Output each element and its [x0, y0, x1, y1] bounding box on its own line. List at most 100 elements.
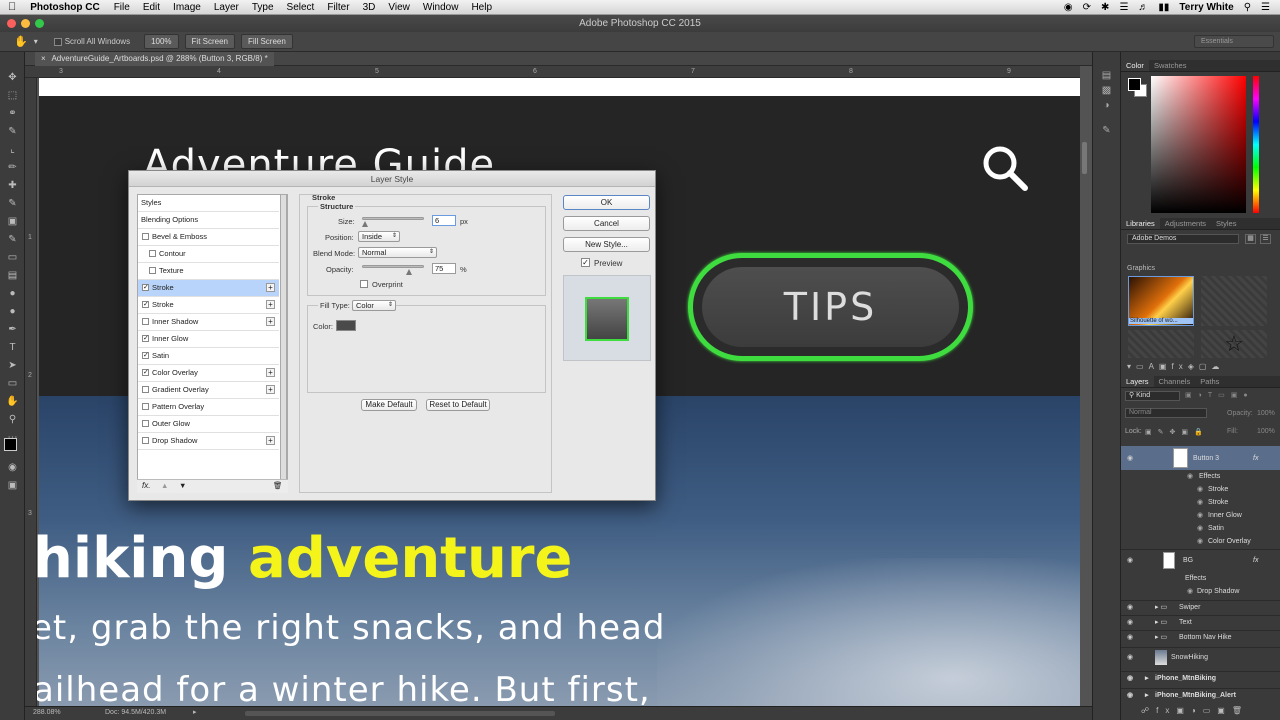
style-checkbox[interactable]: [149, 267, 156, 274]
document-tab[interactable]: × AdventureGuide_Artboards.psd @ 288% (B…: [35, 52, 274, 66]
app-menu[interactable]: Photoshop CC: [30, 2, 99, 13]
fill-screen-button[interactable]: Fill Screen: [241, 34, 293, 49]
grid-view-icon[interactable]: ▦: [1245, 234, 1256, 244]
move-tool-icon[interactable]: ✥: [6, 72, 19, 84]
position-dropdown[interactable]: Inside: [358, 231, 400, 242]
visibility-eye-icon[interactable]: ◉: [1127, 452, 1135, 465]
stroke-color-swatch[interactable]: [336, 320, 356, 331]
eraser-tool-icon[interactable]: ▭: [6, 252, 19, 264]
style-item-pattern-overlay[interactable]: Pattern Overlay: [138, 399, 279, 416]
close-window-button[interactable]: [7, 19, 16, 28]
star-graphic-icon[interactable]: ☆: [1201, 330, 1267, 358]
menu-layer[interactable]: Layer: [214, 2, 239, 13]
eye-icon[interactable]: ◉: [1197, 535, 1203, 548]
preview-checkbox[interactable]: ✓: [581, 258, 590, 267]
eye-icon[interactable]: ◉: [1197, 509, 1203, 522]
opacity-input[interactable]: 75: [432, 263, 456, 274]
blend-mode-select[interactable]: Normal: [358, 247, 437, 258]
close-tab-icon[interactable]: ×: [41, 54, 46, 63]
layer-group-text[interactable]: ◉ ▸ ▭ Text: [1121, 615, 1280, 628]
scroll-all-windows-checkbox[interactable]: Scroll All Windows: [53, 37, 130, 46]
add-style-plus-icon[interactable]: +: [266, 317, 275, 326]
style-checkbox[interactable]: [142, 233, 149, 240]
layer-row-bg[interactable]: ◉ BG fx: [1121, 549, 1280, 571]
zoom-100-button[interactable]: 100%: [144, 34, 179, 49]
style-item-texture[interactable]: Texture: [138, 263, 279, 280]
artboard-iphone-mtnbiking-alert[interactable]: ◉ ▸ iPhone_MtnBiking_Alert: [1121, 688, 1280, 701]
horizontal-ruler[interactable]: 3 4 5 6 7 8 9: [25, 66, 1082, 78]
list-view-icon[interactable]: ☰: [1260, 234, 1271, 244]
menu-image[interactable]: Image: [173, 2, 201, 13]
style-item-color-overlay[interactable]: ✓ Color Overlay +: [138, 365, 279, 382]
tab-swatches[interactable]: Swatches: [1149, 60, 1192, 71]
size-slider-thumb[interactable]: [362, 221, 368, 227]
status-arrow-icon[interactable]: ▸: [193, 708, 197, 716]
size-slider[interactable]: [362, 217, 424, 220]
opacity-slider[interactable]: [362, 265, 424, 268]
fill-value[interactable]: 100%: [1257, 428, 1275, 435]
visibility-eye-icon[interactable]: ◉: [1127, 689, 1135, 702]
style-item-inner-glow[interactable]: ✓ Inner Glow: [138, 331, 279, 348]
vertical-ruler[interactable]: 1 2 3: [25, 78, 37, 706]
type-tool-icon[interactable]: T: [6, 342, 19, 354]
style-checkbox[interactable]: [142, 403, 149, 410]
style-item-drop-shadow[interactable]: Drop Shadow +: [138, 433, 279, 450]
style-item-satin[interactable]: ✓ Satin: [138, 348, 279, 365]
fx-icon[interactable]: fx: [1253, 452, 1258, 465]
style-checkbox[interactable]: [142, 386, 149, 393]
layer-group-bottom-nav[interactable]: ◉ ▸ ▭ Bottom Nav Hike: [1121, 630, 1280, 643]
style-item-stroke-selected[interactable]: ✓ Stroke +: [138, 280, 279, 297]
layer-effect-color-overlay[interactable]: ◉ Color Overlay: [1121, 535, 1280, 548]
style-checkbox-checked[interactable]: ✓: [142, 369, 149, 376]
add-style-plus-icon[interactable]: +: [266, 385, 275, 394]
library-actions-bar[interactable]: ▾▭A▣fx◈▢☁: [1127, 362, 1275, 372]
eye-icon[interactable]: ◉: [1187, 585, 1193, 598]
history-brush-icon[interactable]: ✎: [6, 234, 19, 246]
notification-icon[interactable]: ☰: [1261, 2, 1270, 13]
style-checkbox[interactable]: [142, 318, 149, 325]
menu-file[interactable]: File: [114, 2, 130, 13]
add-style-plus-icon[interactable]: +: [266, 368, 275, 377]
move-up-icon[interactable]: ▲: [161, 481, 168, 490]
layer-effects-row-bg[interactable]: Effects: [1121, 572, 1280, 585]
eye-icon[interactable]: ◉: [1197, 483, 1203, 496]
menu-window[interactable]: Window: [423, 2, 459, 13]
vertical-scrollbar-thumb[interactable]: [1082, 142, 1087, 174]
dodge-tool-icon[interactable]: ●: [6, 306, 19, 318]
cancel-button[interactable]: Cancel: [563, 216, 650, 231]
adjustments-panel-icon[interactable]: ◑: [1100, 100, 1113, 111]
opacity-value[interactable]: 100%: [1257, 410, 1275, 417]
style-item-bevel-emboss[interactable]: Bevel & Emboss: [138, 229, 279, 246]
new-style-button[interactable]: New Style...: [563, 237, 650, 252]
layer-effects-row[interactable]: ◉ Effects: [1121, 470, 1280, 483]
tab-paths[interactable]: Paths: [1195, 376, 1224, 387]
stamp-tool-icon[interactable]: ▣: [6, 216, 19, 228]
hand-tool-panel-icon[interactable]: ✋: [6, 396, 19, 408]
style-item-stroke-2[interactable]: ✓ Stroke +: [138, 297, 279, 314]
styles-header[interactable]: Styles: [138, 195, 279, 212]
layer-effect-inner-glow[interactable]: ◉ Inner Glow: [1121, 509, 1280, 522]
add-style-plus-icon[interactable]: +: [266, 300, 275, 309]
eye-icon[interactable]: ◉: [1187, 470, 1193, 483]
reset-to-default-button[interactable]: Reset to Default: [426, 399, 490, 411]
visibility-eye-icon[interactable]: ◉: [1127, 672, 1135, 685]
menu-edit[interactable]: Edit: [143, 2, 160, 13]
zoom-level[interactable]: 288.08%: [33, 709, 61, 716]
delete-effect-icon[interactable]: 🗑: [273, 481, 283, 490]
menu-select[interactable]: Select: [287, 2, 315, 13]
volume-icon[interactable]: ♬: [1138, 2, 1148, 13]
foreground-color-swatch[interactable]: [4, 438, 17, 451]
tips-button[interactable]: TIPS: [688, 253, 973, 361]
fit-screen-button[interactable]: Fit Screen: [184, 34, 236, 49]
user-name[interactable]: Terry White: [1179, 2, 1233, 13]
pen-tool-icon[interactable]: ✒: [6, 324, 19, 336]
visibility-eye-icon[interactable]: ◉: [1127, 554, 1135, 567]
doc-size[interactable]: Doc: 94.5M/420.3M: [105, 709, 166, 716]
crop-tool-icon[interactable]: ⌞: [6, 144, 19, 156]
menu-3d[interactable]: 3D: [363, 2, 376, 13]
style-checkbox[interactable]: [149, 250, 156, 257]
zoom-tool-icon[interactable]: ⚲: [6, 414, 19, 426]
styles-list-scrollbar[interactable]: [280, 194, 287, 493]
blend-mode-dropdown[interactable]: Normal: [1125, 408, 1207, 418]
tab-channels[interactable]: Channels: [1154, 376, 1196, 387]
